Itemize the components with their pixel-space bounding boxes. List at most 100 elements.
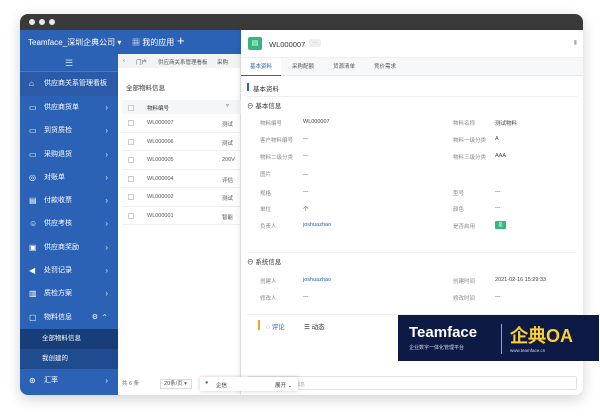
tab-basic-info[interactable]: 基本资料 (241, 58, 282, 76)
chat-widget[interactable]: ● 企信 展开 ⌄ (200, 377, 298, 391)
window-close-dot[interactable] (29, 19, 35, 25)
tab-portal[interactable]: 门户 (136, 58, 147, 66)
sidebar-item-qc-plan[interactable]: ▥ 质检方案 › (20, 282, 118, 305)
sidebar-item-label: 汇率 (44, 376, 58, 384)
sidebar-item-penalties[interactable]: ◀ 处罚记录 › (20, 259, 118, 282)
brand-separator (501, 324, 502, 354)
sidebar-subitem-all-materials[interactable]: 全部物料信息 (20, 328, 118, 349)
section-toggle-system[interactable]: ⊖ 系统信息 (247, 256, 281, 266)
company-switcher[interactable]: Teamface_深圳企典公司 ▾ (28, 37, 121, 48)
top-nav: Teamface_深圳企典公司 ▾ ▦ 我的应用 + (20, 30, 241, 54)
field-label: 颜色 (453, 207, 465, 213)
sidebar-item-orders[interactable]: ▭ 供应商货单 › (20, 96, 118, 119)
tab-quota[interactable]: 采购配额 (283, 58, 323, 76)
sidebar-item-inspection[interactable]: ▭ 到货质检 › (20, 119, 118, 142)
window-minimize-dot[interactable] (39, 19, 45, 25)
field-label: 物料二级分类 (260, 155, 294, 161)
sidebar-subitem-created-by-me[interactable]: 我创建的 (20, 348, 118, 369)
field-label: 物料三级分类 (453, 155, 487, 161)
more-icon[interactable]: ··· (309, 39, 321, 47)
field-label: 物料编号 (260, 121, 283, 127)
list-icon: ☰ (304, 324, 310, 331)
add-icon[interactable]: + (177, 33, 185, 48)
table-row[interactable]: WL000002 测试 (122, 188, 241, 207)
row-name: 测试 (222, 140, 234, 147)
page-size-value: 20条/页 (164, 381, 183, 387)
table-row[interactable]: WL000005 200V (122, 151, 241, 170)
sidebar-item-label: 对账单 (44, 173, 65, 181)
list-panel: ‹ 门户 供应商关系管理看板 采购 全部物料信息 物料编号 ▿ WL000007… (118, 54, 241, 395)
gear-icon[interactable]: ⚙ (92, 306, 98, 329)
chart-icon: ▣ (29, 242, 37, 252)
field-value: A (495, 136, 499, 142)
expand-icon[interactable]: ▮ (574, 39, 577, 46)
field-label: 单位 (260, 207, 272, 213)
brand-name: Teamface (409, 324, 478, 341)
tab-comments[interactable]: ◌ 评论 (266, 321, 285, 331)
table-row[interactable]: WL000001 智能 (122, 207, 241, 225)
chevron-right-icon: › (105, 149, 108, 159)
list-title: 全部物料信息 (126, 85, 165, 92)
field-label: 型号 (453, 191, 465, 197)
row-checkbox[interactable] (128, 120, 134, 126)
sidebar-item-materials[interactable]: ▢ 物料信息 ⌃ ⚙ (20, 306, 118, 329)
chevron-up-icon: ⌃ (101, 312, 108, 322)
creator-link[interactable]: joshuazhao (303, 277, 331, 283)
collapse-icon: ⊖ (247, 259, 254, 266)
row-checkbox[interactable] (128, 194, 134, 200)
tab-procurement[interactable]: 采购 (217, 58, 228, 66)
tab-back-icon[interactable]: ‹ (123, 58, 125, 64)
sidebar-item-statement[interactable]: ◎ 对账单 › (20, 166, 118, 189)
brand-tagline: 企业数字一体化管理平台 (409, 345, 465, 351)
chat-expand[interactable]: 展开 ⌄ (275, 381, 292, 389)
sidebar-item-evaluation[interactable]: ☺ 供应考核 › (20, 212, 118, 235)
tab-activity[interactable]: ☰ 动态 (304, 321, 325, 331)
active-tab-marker (258, 320, 260, 330)
page-size-select[interactable]: 20条/页 ▾ (160, 379, 192, 389)
row-checkbox[interactable] (128, 138, 134, 145)
sidebar-item-label: 供应商奖励 (44, 243, 79, 251)
target-icon: ◎ (29, 172, 36, 182)
sidebar-item-dashboard[interactable]: ⌂ 供应商关系管理看板 (20, 72, 118, 96)
window-maximize-dot[interactable] (49, 19, 55, 25)
field-label: 客户物料编号 (260, 138, 294, 144)
grid-icon: ▦ (132, 38, 140, 47)
chat-label: 企信 (216, 383, 228, 389)
person-icon: ☺ (29, 219, 38, 229)
chat-icon: ● (205, 380, 209, 386)
sidebar-item-exchange-rate[interactable]: ⊛ 汇率 › (20, 369, 118, 392)
tab-dashboard[interactable]: 供应商关系管理看板 (158, 58, 208, 66)
filter-icon[interactable]: ▿ (226, 103, 229, 109)
section-toggle-basic[interactable]: ⊖ 基本信息 (247, 100, 281, 110)
sidebar-item-returns[interactable]: ▭ 采购退货 › (20, 143, 118, 166)
divider (247, 96, 577, 97)
row-checkbox[interactable] (128, 157, 134, 163)
table-row[interactable]: WL000006 测试 (122, 133, 241, 151)
owner-link[interactable]: joshuazhao (303, 222, 331, 228)
my-apps-button[interactable]: ▦ 我的应用 (132, 37, 174, 48)
field-value: WL000007 (303, 119, 330, 125)
chevron-right-icon: › (105, 126, 108, 136)
sidebar-item-label: 供应商货单 (44, 104, 79, 111)
sidebar-item-payment[interactable]: ▤ 付款收票 › (20, 189, 118, 212)
row-checkbox[interactable] (128, 212, 134, 219)
tab-bidding[interactable]: 竞价需求 (365, 58, 405, 76)
row-code: WL000002 (147, 194, 174, 200)
tab-source-list[interactable]: 货源清单 (324, 58, 364, 76)
sidebar-item-label: 质检方案 (44, 290, 72, 298)
sidebar-item-label: 处罚记录 (44, 267, 72, 275)
row-checkbox[interactable] (128, 175, 134, 182)
chevron-right-icon: › (105, 375, 108, 385)
home-icon: ⌂ (29, 79, 34, 88)
sidebar: ☰ ⌂ 供应商关系管理看板 ▭ 供应商货单 › ▭ 到货质检 › ▭ 采购退货 › ◎ 对账单… (20, 54, 118, 395)
table-row[interactable]: WL000007 测试 (122, 114, 241, 133)
row-code: WL000004 (147, 175, 174, 182)
select-all-checkbox[interactable] (128, 105, 134, 111)
column-header-code[interactable]: 物料编号 (147, 104, 169, 112)
sidebar-item-rewards[interactable]: ▣ 供应商奖励 › (20, 236, 118, 259)
field-value: --- (495, 189, 501, 195)
section-marker (247, 83, 249, 91)
sidebar-collapse-icon[interactable]: ☰ (20, 54, 118, 72)
table-row[interactable]: WL000004 评估 (122, 170, 241, 188)
collapse-icon: ⊖ (247, 103, 254, 110)
